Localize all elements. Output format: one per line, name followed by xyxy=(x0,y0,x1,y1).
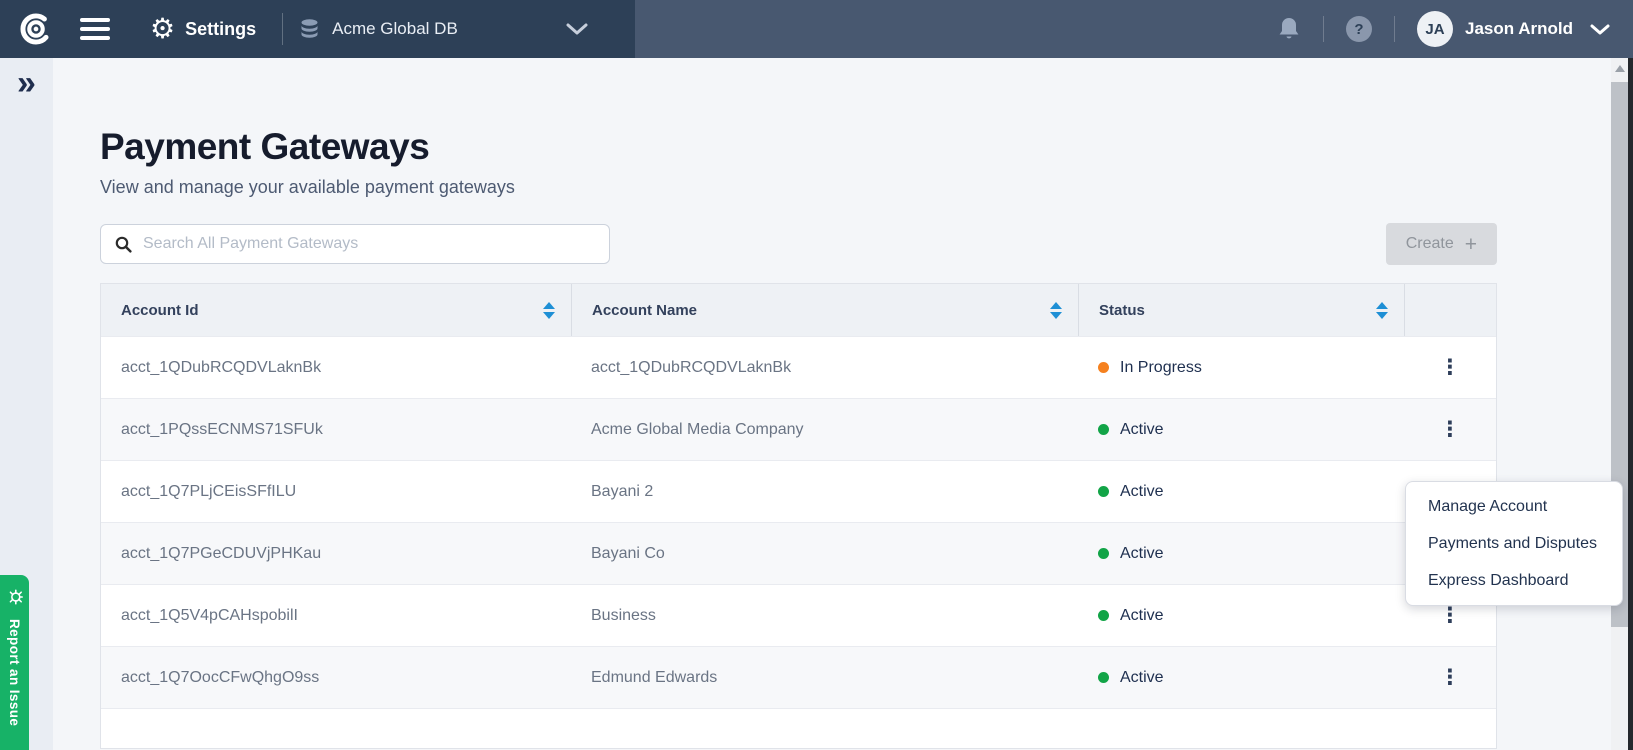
report-issue-label: Report an Issue xyxy=(7,619,22,726)
column-header-label: Status xyxy=(1099,302,1145,319)
page-subtitle: View and manage your available payment g… xyxy=(100,177,1633,198)
sort-icon[interactable] xyxy=(1050,302,1062,319)
status-label: Active xyxy=(1120,607,1164,625)
app-logo-icon[interactable] xyxy=(18,11,54,47)
status-cell: In Progress xyxy=(1078,337,1404,398)
column-header-actions xyxy=(1404,284,1496,336)
kebab-menu-icon[interactable]: ⋮ xyxy=(1440,357,1461,378)
user-name: Jason Arnold xyxy=(1465,19,1573,39)
status-label: Active xyxy=(1120,669,1164,687)
account-name-cell: Bayani 2 xyxy=(571,461,1078,522)
top-navigation-bar: ⚙ Settings Acme Global DB ? JA Jason Arn… xyxy=(0,0,1633,58)
column-header-status[interactable]: Status xyxy=(1078,284,1404,336)
window-edge-strip xyxy=(1628,58,1633,750)
column-header-account-id[interactable]: Account Id xyxy=(101,284,571,336)
plus-icon: + xyxy=(1465,234,1477,255)
payment-gateways-table: Account Id Account Name Status acct_1QDu… xyxy=(100,283,1497,749)
actions-cell: ⋮ xyxy=(1404,647,1496,708)
status-label: Active xyxy=(1120,545,1164,563)
create-button-label: Create xyxy=(1406,235,1454,253)
help-glyph: ? xyxy=(1354,21,1363,38)
main-content: Payment Gateways View and manage your av… xyxy=(53,58,1633,750)
status-cell: Active xyxy=(1078,647,1404,708)
status-dot xyxy=(1098,424,1109,435)
user-avatar[interactable]: JA xyxy=(1417,11,1453,47)
topbar-left-section: ⚙ Settings Acme Global DB xyxy=(0,0,635,58)
user-menu-chevron-down-icon[interactable] xyxy=(1589,23,1611,36)
vertical-scrollbar[interactable] xyxy=(1611,58,1628,750)
hamburger-menu-icon[interactable] xyxy=(80,18,110,40)
search-icon xyxy=(115,236,132,253)
bug-icon xyxy=(3,588,27,607)
status-dot xyxy=(1098,548,1109,559)
database-icon xyxy=(299,18,320,40)
settings-gear-icon[interactable]: ⚙ xyxy=(150,15,175,43)
status-label: In Progress xyxy=(1120,359,1202,377)
column-header-label: Account Name xyxy=(592,302,697,319)
table-row: acct_1Q7OocCFwQhgO9ss Edmund Edwards Act… xyxy=(101,646,1496,708)
table-row: acct_1PQssECNMS71SFUk Acme Global Media … xyxy=(101,398,1496,460)
status-dot xyxy=(1098,486,1109,497)
status-cell: Active xyxy=(1078,523,1404,584)
account-id-cell: acct_1QDubRCQDVLaknBk xyxy=(101,337,571,398)
status-dot xyxy=(1098,672,1109,683)
table-row: acct_1Q7PGeCDUVjPHKau Bayani Co Active ⋮ xyxy=(101,522,1496,584)
scroll-up-arrow-icon[interactable] xyxy=(1615,65,1625,72)
status-cell: Active xyxy=(1078,461,1404,522)
actions-cell: ⋮ xyxy=(1404,337,1496,398)
kebab-menu-icon[interactable]: ⋮ xyxy=(1440,419,1461,440)
account-name-cell: Business xyxy=(571,585,1078,646)
account-name-cell: Edmund Edwards xyxy=(571,647,1078,708)
status-label: Active xyxy=(1120,483,1164,501)
table-row: acct_1QDubRCQDVLaknBk acct_1QDubRCQDVLak… xyxy=(101,336,1496,398)
account-id-cell: acct_1Q7PLjCEisSFfILU xyxy=(101,461,571,522)
help-icon[interactable]: ? xyxy=(1346,16,1372,42)
table-header-row: Account Id Account Name Status xyxy=(101,284,1496,336)
avatar-initials: JA xyxy=(1425,21,1444,38)
table-row: acct_1Q7PLjCEisSFfILU Bayani 2 Active ⋮ xyxy=(101,460,1496,522)
create-button[interactable]: Create + xyxy=(1386,223,1497,265)
report-issue-ribbon[interactable]: Report an Issue xyxy=(0,575,29,750)
column-header-label: Account Id xyxy=(121,302,199,319)
sort-icon[interactable] xyxy=(1376,302,1388,319)
row-actions-context-menu: Manage Account Payments and Disputes Exp… xyxy=(1405,481,1623,606)
notifications-bell-icon[interactable] xyxy=(1277,16,1301,42)
menu-item-express-dashboard[interactable]: Express Dashboard xyxy=(1406,562,1622,599)
page-title: Payment Gateways xyxy=(100,126,1633,168)
kebab-menu-icon[interactable]: ⋮ xyxy=(1440,605,1461,626)
table-row-partial xyxy=(101,708,1496,748)
column-header-account-name[interactable]: Account Name xyxy=(571,284,1078,336)
actions-cell: ⋮ xyxy=(1404,399,1496,460)
account-id-cell: acct_1Q7OocCFwQhgO9ss xyxy=(101,647,571,708)
database-selector[interactable]: Acme Global DB xyxy=(332,19,458,39)
topbar-divider xyxy=(1323,16,1324,42)
table-row: acct_1Q5V4pCAHspobilI Business Active ⋮ xyxy=(101,584,1496,646)
status-dot xyxy=(1098,610,1109,621)
status-dot xyxy=(1098,362,1109,373)
account-name-cell: acct_1QDubRCQDVLaknBk xyxy=(571,337,1078,398)
menu-item-manage-account[interactable]: Manage Account xyxy=(1406,488,1622,525)
status-cell: Active xyxy=(1078,399,1404,460)
settings-label: Settings xyxy=(185,19,256,40)
topbar-right-section: ? JA Jason Arnold xyxy=(635,0,1633,58)
account-id-cell: acct_1PQssECNMS71SFUk xyxy=(101,399,571,460)
sort-icon[interactable] xyxy=(543,302,555,319)
account-name-cell: Acme Global Media Company xyxy=(571,399,1078,460)
topbar-divider xyxy=(282,13,283,45)
search-box xyxy=(100,224,610,264)
account-name-cell: Bayani Co xyxy=(571,523,1078,584)
kebab-menu-icon[interactable]: ⋮ xyxy=(1440,667,1461,688)
database-chevron-down-icon[interactable] xyxy=(565,22,589,36)
account-id-cell: acct_1Q5V4pCAHspobilI xyxy=(101,585,571,646)
menu-item-payments-and-disputes[interactable]: Payments and Disputes xyxy=(1406,525,1622,562)
account-id-cell: acct_1Q7PGeCDUVjPHKau xyxy=(101,523,571,584)
status-label: Active xyxy=(1120,421,1164,439)
search-input[interactable] xyxy=(143,235,609,253)
status-cell: Active xyxy=(1078,585,1404,646)
table-controls: Create + xyxy=(100,223,1497,265)
sidebar-expand-icon[interactable]: » xyxy=(0,66,53,100)
topbar-divider xyxy=(1394,16,1395,42)
